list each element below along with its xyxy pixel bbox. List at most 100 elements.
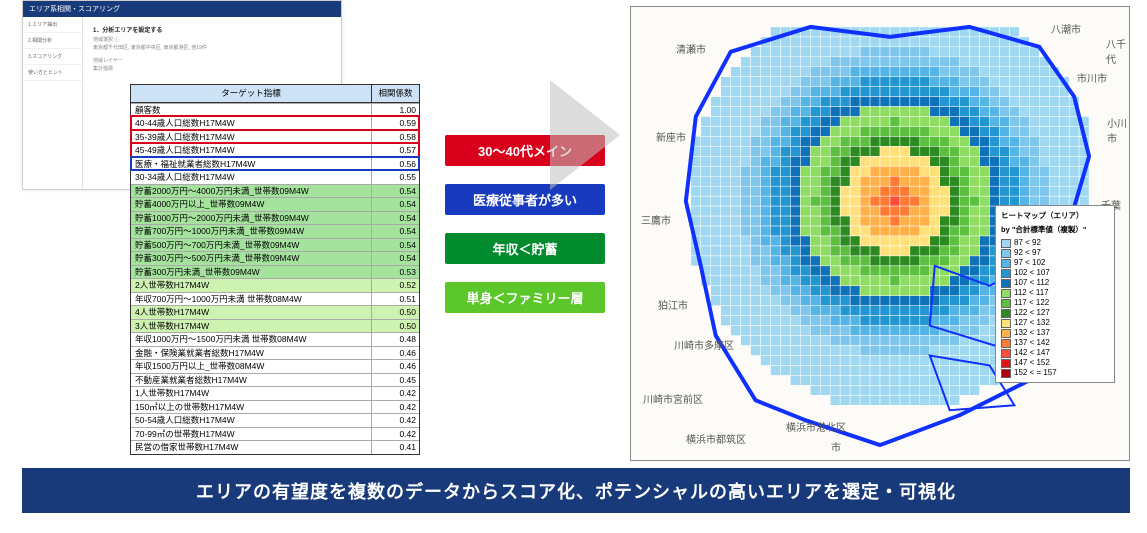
map-city-label: 三鷹市 bbox=[641, 212, 671, 227]
table-row[interactable]: 50-54歳人口総数H17M4W0.42 bbox=[131, 413, 419, 427]
row-coef: 0.50 bbox=[371, 306, 419, 319]
table-row[interactable]: 30-34歳人口総数H17M4W0.55 bbox=[131, 170, 419, 184]
row-label: 貯蓄1000万円～2000万円未満_世帯数09M4W bbox=[131, 212, 371, 225]
table-row[interactable]: 1人世帯数H17M4W0.42 bbox=[131, 386, 419, 400]
map-city-label: 八千代 bbox=[1106, 36, 1129, 66]
table-row[interactable]: 年収1500万円以上_世帯数08M4W0.46 bbox=[131, 359, 419, 373]
arrow-right-icon bbox=[550, 80, 620, 190]
legend-row: 152 < = 157 bbox=[1001, 368, 1109, 378]
sidebar-item[interactable]: 3.スコアリング bbox=[23, 49, 82, 65]
row-label: 貯蓄300万円未満_世帯数09M4W bbox=[131, 266, 371, 279]
row-coef: 0.59 bbox=[371, 117, 419, 130]
table-row[interactable]: 150㎡以上の世帯数H17M4W0.42 bbox=[131, 400, 419, 414]
table-row[interactable]: 貯蓄500万円～700万円未満_世帯数09M4W0.54 bbox=[131, 238, 419, 252]
legend-row: 117 < 122 bbox=[1001, 298, 1109, 308]
row-label: 30-34歳人口総数H17M4W bbox=[131, 171, 371, 184]
summary-banner: エリアの有望度を複数のデータからスコア化、ポテンシャルの高いエリアを選定・可視化 bbox=[22, 468, 1130, 513]
row-coef: 0.54 bbox=[371, 212, 419, 225]
table-row[interactable]: 年収700万円～1000万円未満 世帯数08M4W0.51 bbox=[131, 292, 419, 306]
legend-swatch bbox=[1001, 329, 1011, 338]
table-row[interactable]: 4人世帯数H17M4W0.50 bbox=[131, 305, 419, 319]
table-col-target: ターゲット指標 bbox=[131, 85, 371, 102]
row-label: 50-54歳人口総数H17M4W bbox=[131, 414, 371, 427]
row-coef: 0.54 bbox=[371, 239, 419, 252]
row-coef: 0.56 bbox=[371, 158, 419, 171]
table-row[interactable]: 金融・保険業就業者総数H17M4W0.46 bbox=[131, 346, 419, 360]
row-coef: 0.52 bbox=[371, 279, 419, 292]
row-label: 70-99㎡の世帯数H17M4W bbox=[131, 428, 371, 441]
row-label: 年収1000万円～1500万円未満 世帯数08M4W bbox=[131, 333, 371, 346]
table-row[interactable]: 貯蓄700万円～1000万円未満_世帯数09M4W0.54 bbox=[131, 224, 419, 238]
table-row[interactable]: 年収1000万円～1500万円未満 世帯数08M4W0.48 bbox=[131, 332, 419, 346]
field-label: 集計指標 bbox=[93, 66, 331, 74]
row-coef: 0.54 bbox=[371, 225, 419, 238]
legend-label: 112 < 117 bbox=[1014, 288, 1049, 298]
legend-label: 102 < 107 bbox=[1014, 268, 1050, 278]
legend-label: 142 < 147 bbox=[1014, 348, 1050, 358]
row-coef: 1.00 bbox=[371, 104, 419, 117]
row-label: 民営の借家世帯数H17M4W bbox=[131, 441, 371, 454]
map-city-label: 川崎市多摩区 bbox=[674, 337, 734, 352]
legend-label: 132 < 137 bbox=[1014, 328, 1050, 338]
map-city-label: 横浜市都筑区 bbox=[686, 431, 746, 446]
table-row[interactable]: 貯蓄300万円～500万円未満_世帯数09M4W0.54 bbox=[131, 251, 419, 265]
row-label: 年収1500万円以上_世帯数08M4W bbox=[131, 360, 371, 373]
row-coef: 0.45 bbox=[371, 374, 419, 387]
map-city-label: 横浜市港北区 bbox=[786, 419, 846, 434]
row-label: 35-39歳人口総数H17M4W bbox=[131, 131, 371, 144]
callout-pill: 年収＜貯蓄 bbox=[445, 233, 605, 264]
legend-label: 137 < 142 bbox=[1014, 338, 1050, 348]
row-label: 40-44歳人口総数H17M4W bbox=[131, 117, 371, 130]
sidebar-item[interactable]: 使い方とヒント bbox=[23, 65, 82, 81]
legend-label: 127 < 132 bbox=[1014, 318, 1050, 328]
legend-row: 87 < 92 bbox=[1001, 238, 1109, 248]
legend-title: ヒートマップ（エリア） bbox=[1001, 210, 1109, 221]
table-row[interactable]: 40-44歳人口総数H17M4W0.59 bbox=[131, 116, 419, 130]
legend-row: 102 < 107 bbox=[1001, 268, 1109, 278]
table-row[interactable]: 貯蓄2000万円～4000万円未満_世帯数09M4W0.54 bbox=[131, 184, 419, 198]
table-row[interactable]: 顧客数1.00 bbox=[131, 103, 419, 117]
correlation-rows: 顧客数1.0040-44歳人口総数H17M4W0.5935-39歳人口総数H17… bbox=[131, 103, 419, 454]
row-label: 3人世帯数H17M4W bbox=[131, 320, 371, 333]
legend-label: 87 < 92 bbox=[1014, 238, 1041, 248]
table-row[interactable]: 民営の借家世帯数H17M4W0.41 bbox=[131, 440, 419, 454]
heatmap-legend: ヒートマップ（エリア） by "合計標準値（複製）" 87 < 9292 < 9… bbox=[995, 205, 1115, 383]
app-sidebar: 1.エリア抽出 2.相関分析 3.スコアリング 使い方とヒント bbox=[23, 17, 83, 189]
map-city-label: 新座市 bbox=[656, 129, 686, 144]
table-row[interactable]: 貯蓄4000万円以上_世帯数09M4W0.54 bbox=[131, 197, 419, 211]
legend-swatch bbox=[1001, 349, 1011, 358]
correlation-table: ターゲット指標 相関係数 顧客数1.0040-44歳人口総数H17M4W0.59… bbox=[130, 84, 420, 455]
sidebar-item[interactable]: 2.相関分析 bbox=[23, 33, 82, 49]
row-coef: 0.42 bbox=[371, 428, 419, 441]
row-label: 4人世帯数H17M4W bbox=[131, 306, 371, 319]
table-row[interactable]: 貯蓄1000万円～2000万円未満_世帯数09M4W0.54 bbox=[131, 211, 419, 225]
row-label: 2人世帯数H17M4W bbox=[131, 279, 371, 292]
row-label: 不動産業就業者総数H17M4W bbox=[131, 374, 371, 387]
heatmap: 八潮市八千代市川市小川市千葉清瀬市新座市三鷹市狛江市川崎市多摩区川崎市宮前区横浜… bbox=[630, 6, 1130, 461]
row-label: 45-49歳人口総数H17M4W bbox=[131, 144, 371, 157]
table-row[interactable]: 35-39歳人口総数H17M4W0.58 bbox=[131, 130, 419, 144]
table-row[interactable]: 不動産業就業者総数H17M4W0.45 bbox=[131, 373, 419, 387]
legend-row: 107 < 112 bbox=[1001, 278, 1109, 288]
table-row[interactable]: 3人世帯数H17M4W0.50 bbox=[131, 319, 419, 333]
map-city-label: 小川市 bbox=[1107, 115, 1129, 145]
legend-row: 112 < 117 bbox=[1001, 288, 1109, 298]
sidebar-item[interactable]: 1.エリア抽出 bbox=[23, 17, 82, 33]
table-col-coef: 相関係数 bbox=[371, 85, 419, 102]
legend-swatch bbox=[1001, 279, 1011, 288]
table-row[interactable]: 2人世帯数H17M4W0.52 bbox=[131, 278, 419, 292]
row-coef: 0.58 bbox=[371, 131, 419, 144]
row-coef: 0.46 bbox=[371, 347, 419, 360]
table-row[interactable]: 45-49歳人口総数H17M4W0.57 bbox=[131, 143, 419, 157]
field-value: 東京都千代田区, 東京都中央区, 東京都港区, 他19件 bbox=[93, 45, 331, 53]
legend-swatch bbox=[1001, 249, 1011, 258]
legend-label: 92 < 97 bbox=[1014, 248, 1041, 258]
table-row[interactable]: 医療・福祉就業者総数H17M4W0.56 bbox=[131, 157, 419, 171]
row-label: 150㎡以上の世帯数H17M4W bbox=[131, 401, 371, 414]
legend-row: 97 < 102 bbox=[1001, 258, 1109, 268]
row-label: 貯蓄2000万円～4000万円未満_世帯数09M4W bbox=[131, 185, 371, 198]
table-row[interactable]: 70-99㎡の世帯数H17M4W0.42 bbox=[131, 427, 419, 441]
legend-row: 142 < 147 bbox=[1001, 348, 1109, 358]
row-label: 医療・福祉就業者総数H17M4W bbox=[131, 158, 371, 171]
table-row[interactable]: 貯蓄300万円未満_世帯数09M4W0.53 bbox=[131, 265, 419, 279]
